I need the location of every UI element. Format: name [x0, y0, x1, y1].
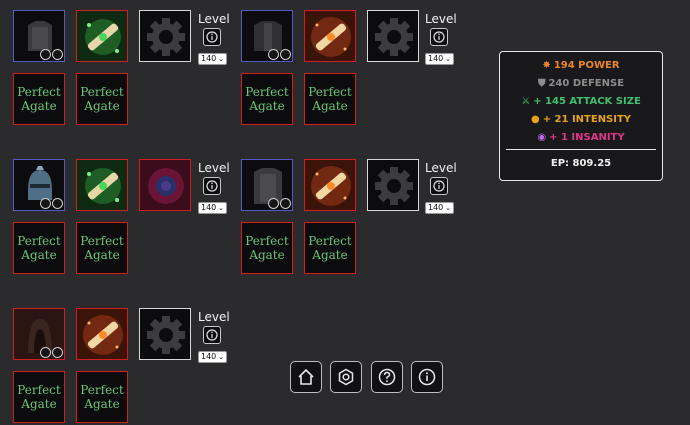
info-icon	[206, 31, 218, 43]
chevron-down-icon: ⌄	[445, 204, 451, 212]
gear-icon	[375, 18, 413, 56]
info-nav-button[interactable]	[411, 361, 443, 393]
green-scroll-icon	[77, 160, 127, 210]
level-label: Level	[198, 12, 230, 26]
level-select[interactable]: 140 ⌄	[198, 53, 227, 65]
gem-slot[interactable]: Perfect Agate	[13, 73, 65, 125]
chevron-down-icon: ⌄	[218, 204, 224, 212]
level-select[interactable]: 140 ⌄	[425, 53, 454, 65]
gem-slot[interactable]: Perfect Agate	[76, 222, 128, 274]
help-button[interactable]	[371, 361, 403, 393]
empty-gear-slot[interactable]	[367, 159, 419, 211]
gem-slot[interactable]: Perfect Agate	[241, 222, 293, 274]
socket-indicators	[268, 198, 291, 209]
info-button[interactable]	[203, 326, 221, 344]
gem-slot[interactable]: Perfect Agate	[241, 73, 293, 125]
armor-slot[interactable]	[241, 159, 293, 211]
level-label: Level	[198, 310, 230, 324]
gem-slot[interactable]: Perfect Agate	[76, 73, 128, 125]
empty-gear-slot[interactable]	[367, 10, 419, 62]
hexagon-settings-icon	[338, 368, 354, 386]
info-button[interactable]	[203, 28, 221, 46]
gear-icon	[147, 316, 185, 354]
stats-panel: ✸ 194 POWER ⛊ 240 DEFENSE ⚔ + 145 ATTACK SI…	[499, 51, 663, 181]
armor-slot[interactable]	[13, 10, 65, 62]
level-select[interactable]: 140 ⌄	[198, 202, 227, 214]
cloak-slot[interactable]	[13, 308, 65, 360]
info-icon	[433, 31, 445, 43]
divider	[506, 149, 656, 150]
stat-attack-size: ⚔ + 145 ATTACK SIZE	[521, 96, 641, 107]
info-button[interactable]	[203, 177, 221, 195]
level-label: Level	[198, 161, 230, 175]
green-scroll-icon	[77, 11, 127, 61]
gem-slot[interactable]: Perfect Agate	[13, 222, 65, 274]
socket-indicators	[40, 198, 63, 209]
info-icon	[418, 368, 436, 386]
sword-icon: ⚔	[521, 96, 531, 107]
home-button[interactable]	[290, 361, 322, 393]
shield-icon: ⛊	[537, 78, 546, 89]
orb-slot[interactable]	[139, 159, 191, 211]
stat-defense: ⛊ 240 DEFENSE	[537, 78, 625, 89]
gem-slot[interactable]: Perfect Agate	[76, 371, 128, 423]
orange-scroll-icon	[77, 309, 127, 359]
gem-slot[interactable]: Perfect Agate	[13, 371, 65, 423]
info-icon	[433, 180, 445, 192]
scroll-slot[interactable]	[76, 10, 128, 62]
eye-icon: ◉	[537, 132, 547, 143]
question-icon	[378, 368, 396, 386]
gem-slot[interactable]: Perfect Agate	[304, 73, 356, 125]
info-icon	[206, 329, 218, 341]
orange-scroll-icon	[305, 160, 355, 210]
info-button[interactable]	[430, 28, 448, 46]
stat-insanity: ◉ + 1 INSANITY	[537, 132, 625, 143]
gem-slot[interactable]: Perfect Agate	[304, 222, 356, 274]
level-label: Level	[425, 161, 457, 175]
chevron-down-icon: ⌄	[218, 55, 224, 63]
chevron-down-icon: ⌄	[445, 55, 451, 63]
settings-button[interactable]	[330, 361, 362, 393]
empty-gear-slot[interactable]	[139, 308, 191, 360]
orange-scroll-icon	[305, 11, 355, 61]
purple-orb-icon	[140, 160, 190, 210]
ep-value: EP: 809.25	[550, 158, 612, 169]
scroll-slot[interactable]	[76, 159, 128, 211]
flame-icon: ●	[530, 114, 540, 125]
socket-indicators	[40, 347, 63, 358]
socket-indicators	[268, 49, 291, 60]
scroll-slot[interactable]	[304, 10, 356, 62]
home-icon	[298, 368, 314, 385]
helmet-slot[interactable]	[13, 159, 65, 211]
scroll-slot[interactable]	[76, 308, 128, 360]
level-select[interactable]: 140 ⌄	[425, 202, 454, 214]
empty-gear-slot[interactable]	[139, 10, 191, 62]
burst-icon: ✸	[542, 60, 551, 71]
gear-icon	[375, 167, 413, 205]
chevron-down-icon: ⌄	[218, 353, 224, 361]
stat-power: ✸ 194 POWER	[542, 60, 620, 71]
scroll-slot[interactable]	[304, 159, 356, 211]
info-button[interactable]	[430, 177, 448, 195]
armor-slot[interactable]	[241, 10, 293, 62]
info-icon	[206, 180, 218, 192]
socket-indicators	[40, 49, 63, 60]
stat-intensity: ● + 21 INTENSITY	[530, 114, 632, 125]
level-label: Level	[425, 12, 457, 26]
gear-icon	[147, 18, 185, 56]
level-select[interactable]: 140 ⌄	[198, 351, 227, 363]
